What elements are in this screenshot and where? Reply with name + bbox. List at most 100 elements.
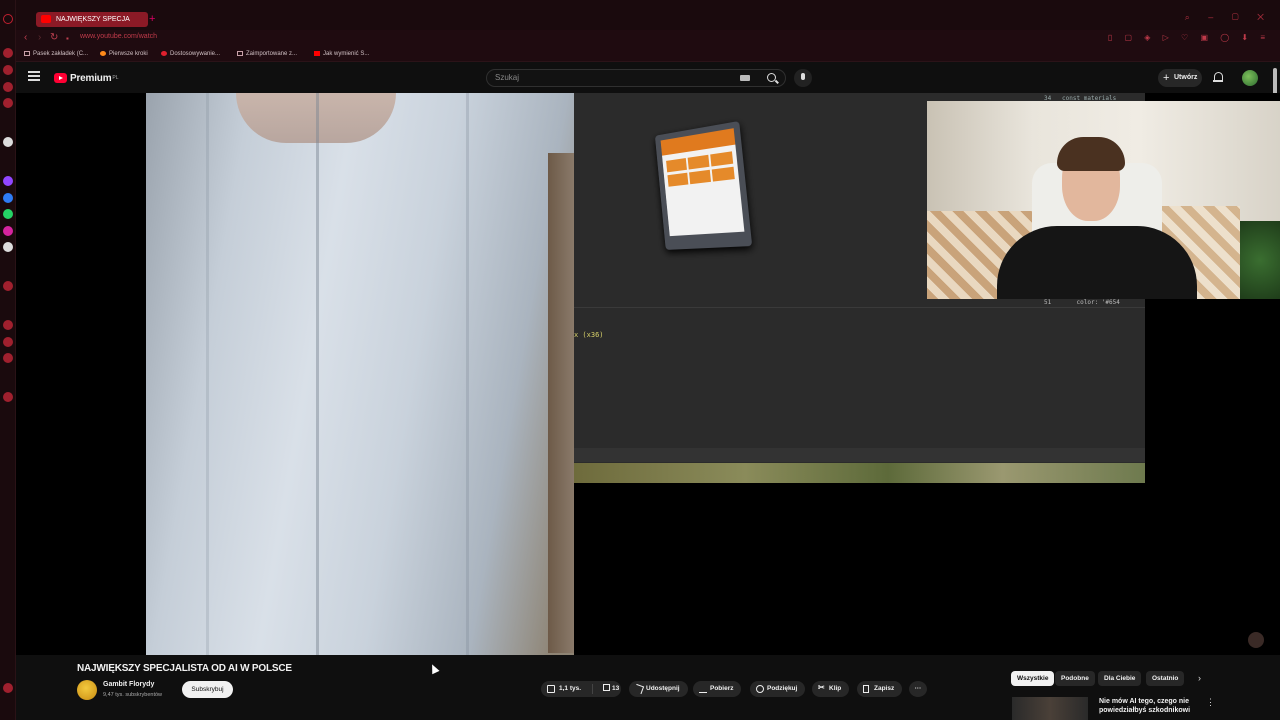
new-tab-button[interactable]: +	[149, 12, 155, 27]
wallet-icon[interactable]	[3, 98, 13, 108]
logo-text: Premium	[70, 72, 112, 84]
address-bar-actions[interactable]: ▯ ▢ ◈ ▷ ♡ ▣ ◯ ⬇ ≡	[1108, 33, 1270, 42]
youtube-premium-logo[interactable]: Premium PL	[54, 71, 119, 85]
like-count[interactable]: 1,1 tys.	[559, 685, 581, 692]
bookmark-item[interactable]: Pierwsze kroki	[100, 51, 148, 57]
video-player[interactable]: 34 const materials 51 color: '#654 x (x3…	[16, 93, 1280, 655]
youtube-favicon-icon	[41, 15, 51, 23]
channel-watermark-icon[interactable]	[1248, 632, 1264, 648]
subscribe-button[interactable]: Subskrybuj	[182, 681, 233, 698]
share-button[interactable]: Udostępnij	[629, 681, 688, 697]
youtube-play-icon	[54, 73, 67, 83]
tablet-screen	[660, 128, 745, 237]
person-hair	[1057, 137, 1125, 171]
folder-icon	[24, 51, 30, 56]
player-icon[interactable]	[3, 281, 13, 291]
video-title: NAJWIĘKSZY SPECJALISTA OD AI W POLSCE	[77, 663, 292, 674]
tablet-tile	[687, 154, 710, 170]
tab-title: NAJWIĘKSZY SPECJA	[56, 16, 130, 23]
video-frame-person-shirt	[146, 93, 574, 655]
kebab-menu-icon[interactable]: ⋮	[1206, 697, 1215, 708]
code-snippet-bottom: 51 color: '#654	[1044, 299, 1120, 306]
hamburger-menu-icon[interactable]	[28, 71, 40, 81]
search-icon[interactable]	[767, 73, 776, 82]
clock-icon[interactable]	[3, 320, 13, 330]
person-shirt	[997, 226, 1197, 299]
recommendation-thumbnail[interactable]	[1012, 697, 1088, 720]
search-input[interactable]	[495, 73, 725, 82]
chevron-right-icon[interactable]: ›	[1198, 673, 1201, 683]
aria-icon[interactable]	[3, 137, 13, 147]
instagram-icon[interactable]	[3, 226, 13, 236]
lock-icon: ▪	[66, 34, 69, 43]
messenger-icon[interactable]	[3, 193, 13, 203]
x-icon[interactable]	[3, 242, 13, 252]
settings-icon[interactable]	[3, 353, 13, 363]
download-icon	[699, 685, 707, 693]
download-button[interactable]: Pobierz	[693, 681, 742, 697]
window-controls[interactable]: ⌕ – ▢ ✕	[1185, 12, 1272, 23]
bookmark-item[interactable]: Jak wymienić S...	[314, 51, 369, 57]
bookmarks-bar: Pasek zakładek (C... Pierwsze kroki Dost…	[16, 48, 1280, 62]
more-icon[interactable]	[3, 392, 13, 402]
whatsapp-icon[interactable]	[3, 209, 13, 219]
back-icon[interactable]: ‹	[24, 32, 27, 43]
tab-youtube[interactable]: NAJWIĘKSZY SPECJA	[36, 12, 148, 27]
chip-all[interactable]: Wszystkie	[1011, 671, 1055, 686]
tablet-tile	[711, 166, 735, 182]
reload-icon[interactable]: ↻	[50, 32, 58, 43]
opera-logo-icon[interactable]	[3, 14, 13, 24]
clip-button[interactable]: ✂ Klip	[812, 681, 850, 697]
tab-bar: NAJWIĘKSZY SPECJA + ⌕ – ▢ ✕	[16, 0, 1280, 30]
extensions-icon[interactable]	[3, 337, 13, 347]
webcam-overlay	[927, 101, 1280, 299]
thanks-icon	[756, 685, 764, 693]
channel-avatar[interactable]	[77, 680, 97, 700]
chip-for-you[interactable]: Dla Ciebie	[1098, 671, 1142, 686]
folder-icon	[237, 51, 243, 56]
dislike-count: 13	[612, 685, 620, 692]
url-field[interactable]: www.youtube.com/watch	[80, 33, 157, 40]
notifications-bell-icon[interactable]	[1213, 72, 1223, 82]
tablet-mockup	[654, 120, 753, 250]
save-button[interactable]: Zapisz	[857, 681, 903, 697]
video-info: NAJWIĘKSZY SPECJALISTA OD AI W POLSCE Ga…	[16, 655, 1280, 720]
landscape-strip	[574, 463, 1145, 483]
news-icon[interactable]	[3, 82, 13, 92]
sidebar-menu-icon[interactable]	[3, 683, 13, 693]
twitch-icon[interactable]	[3, 176, 13, 186]
chip-related[interactable]: Podobne	[1055, 671, 1095, 686]
bag-icon[interactable]	[3, 65, 13, 75]
bookmark-item[interactable]: Dostosowywanie...	[161, 51, 220, 57]
opera-icon	[161, 51, 167, 56]
channel-name[interactable]: Gambit Florydy	[103, 681, 154, 688]
search-box	[486, 69, 786, 87]
youtube-header: Premium PL Utwórz	[16, 63, 1280, 93]
dislike-button[interactable]: 13	[603, 681, 619, 697]
thumbs-down-icon	[603, 684, 610, 691]
microphone-icon[interactable]	[794, 69, 812, 87]
tablet-tile	[666, 158, 687, 173]
create-button[interactable]: Utwórz	[1158, 69, 1202, 87]
chip-recent[interactable]: Ostatnio	[1146, 671, 1185, 686]
tablet-tile	[710, 151, 734, 167]
avatar[interactable]	[1242, 70, 1258, 86]
more-actions-button[interactable]: ···	[909, 681, 927, 697]
share-icon	[633, 683, 645, 695]
forward-icon[interactable]: ›	[38, 32, 41, 43]
shirt-placket	[316, 93, 319, 655]
opera-sidebar	[0, 0, 16, 720]
history-icon[interactable]	[3, 48, 13, 58]
keyboard-icon[interactable]	[740, 75, 750, 81]
bookmark-item[interactable]: Pasek zakładek (C...	[24, 51, 88, 57]
thumbs-up-icon[interactable]	[547, 685, 555, 693]
chair-edge	[548, 153, 574, 653]
bookmark-item[interactable]: Zaimportowane z...	[237, 51, 297, 57]
shirt-fold	[206, 93, 209, 655]
logo-region: PL	[112, 75, 119, 81]
thanks-button[interactable]: Podziękuj	[750, 681, 806, 697]
recommendation-title[interactable]: Nie mów AI tego, czego nie powiedziałbyś…	[1099, 697, 1199, 715]
address-bar: ‹ › ↻ ▪ www.youtube.com/watch ▯ ▢ ◈ ▷ ♡ …	[16, 30, 1280, 48]
divider	[574, 307, 1145, 308]
shirt-fold	[466, 93, 469, 655]
